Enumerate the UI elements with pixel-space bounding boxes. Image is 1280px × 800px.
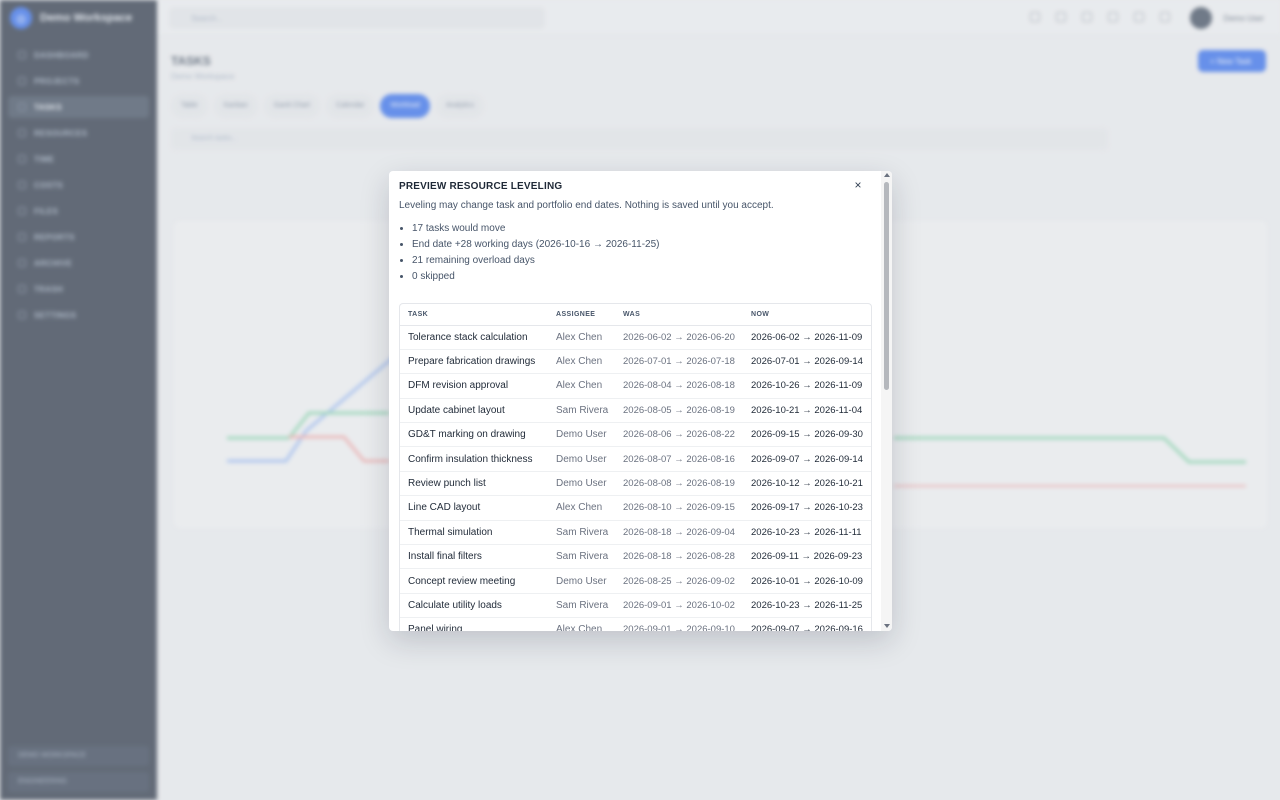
dialog-description: Leveling may change task and portfolio e…: [399, 200, 774, 211]
cell-assignee: Demo User: [548, 471, 615, 497]
table-row: Panel wiring Alex Chen 2026-09-01 → 2026-0…: [400, 617, 871, 631]
summary-item: End date +28 working days (2026-10-16 → …: [412, 238, 659, 254]
task-changes-table-container: TASK ASSIGNEE WAS NOW Tolerance stack ca…: [399, 303, 872, 631]
close-icon[interactable]: ×: [851, 178, 865, 192]
cell-assignee: Alex Chen: [548, 325, 615, 350]
dialog-scrollbar[interactable]: [881, 171, 892, 631]
cell-task: Prepare fabrication drawings: [400, 349, 548, 375]
dialog-content: PREVIEW RESOURCE LEVELING × Leveling may…: [389, 171, 881, 631]
cell-now: 2026-10-23 → 2026-11-25: [743, 593, 871, 619]
cell-now: 2026-09-07 → 2026-09-14: [743, 446, 871, 472]
cell-was: 2026-09-01 → 2026-09-10: [615, 617, 743, 631]
scroll-up-arrow-icon[interactable]: [884, 173, 890, 177]
table-row: Thermal simulation Sam Rivera 2026-08-18 →…: [400, 520, 871, 546]
cell-now: 2026-09-07 → 2026-09-16: [743, 617, 871, 631]
cell-task: Confirm insulation thickness: [400, 446, 548, 472]
cell-task: Line CAD layout: [400, 495, 548, 521]
cell-task: Install final filters: [400, 544, 548, 570]
cell-was: 2026-06-02 → 2026-06-20: [615, 325, 743, 350]
cell-assignee: Alex Chen: [548, 373, 615, 399]
cell-was: 2026-07-01 → 2026-07-18: [615, 349, 743, 375]
cell-now: 2026-10-01 → 2026-10-09: [743, 568, 871, 594]
table-row: Tolerance stack calculation Alex Chen 2026…: [400, 325, 871, 350]
cell-now: 2026-10-12 → 2026-10-21: [743, 471, 871, 497]
cell-task: Update cabinet layout: [400, 398, 548, 424]
column-header-was: WAS: [615, 304, 743, 326]
resource-leveling-preview-dialog: PREVIEW RESOURCE LEVELING × Leveling may…: [389, 171, 892, 631]
cell-now: 2026-09-11 → 2026-09-23: [743, 544, 871, 570]
scroll-down-arrow-icon[interactable]: [884, 624, 890, 628]
task-changes-table: TASK ASSIGNEE WAS NOW Tolerance stack ca…: [400, 304, 871, 631]
cell-assignee: Alex Chen: [548, 495, 615, 521]
cell-task: Tolerance stack calculation: [400, 325, 548, 350]
cell-assignee: Demo User: [548, 422, 615, 448]
cell-assignee: Alex Chen: [548, 617, 615, 631]
cell-was: 2026-08-18 → 2026-08-28: [615, 544, 743, 570]
cell-was: 2026-08-07 → 2026-08-16: [615, 446, 743, 472]
cell-now: 2026-10-23 → 2026-11-11: [743, 520, 871, 546]
table-row: Review punch list Demo User 2026-08-08 → 2…: [400, 471, 871, 497]
cell-now: 2026-06-02 → 2026-11-09: [743, 325, 871, 350]
table-row: Confirm insulation thickness Demo User 202…: [400, 446, 871, 472]
column-header-assignee: ASSIGNEE: [548, 304, 615, 326]
cell-assignee: Alex Chen: [548, 349, 615, 375]
cell-was: 2026-08-05 → 2026-08-19: [615, 398, 743, 424]
cell-assignee: Demo User: [548, 446, 615, 472]
cell-was: 2026-08-08 → 2026-08-19: [615, 471, 743, 497]
table-row: Update cabinet layout Sam Rivera 2026-08-0…: [400, 398, 871, 424]
table-row: GD&T marking on drawing Demo User 2026-08-…: [400, 422, 871, 448]
table-row: Concept review meeting Demo User 2026-08-2…: [400, 568, 871, 594]
cell-task: Review punch list: [400, 471, 548, 497]
table-row: Prepare fabrication drawings Alex Chen 202…: [400, 349, 871, 375]
table-body: Tolerance stack calculation Alex Chen 2026…: [400, 325, 871, 631]
cell-was: 2026-08-18 → 2026-09-04: [615, 520, 743, 546]
cell-now: 2026-10-21 → 2026-11-04: [743, 398, 871, 424]
cell-now: 2026-10-26 → 2026-11-09: [743, 373, 871, 399]
cell-was: 2026-09-01 → 2026-10-02: [615, 593, 743, 619]
cell-task: Concept review meeting: [400, 568, 548, 594]
cell-was: 2026-08-04 → 2026-08-18: [615, 373, 743, 399]
table-row: Install final filters Sam Rivera 2026-08-1…: [400, 544, 871, 570]
cell-task: GD&T marking on drawing: [400, 422, 548, 448]
table-header-row: TASK ASSIGNEE WAS NOW: [400, 304, 871, 326]
cell-was: 2026-08-10 → 2026-09-15: [615, 495, 743, 521]
scrollbar-thumb[interactable]: [884, 182, 889, 390]
cell-was: 2026-08-25 → 2026-09-02: [615, 568, 743, 594]
table-row: Calculate utility loads Sam Rivera 2026-09…: [400, 593, 871, 619]
summary-item: 0 skipped: [412, 270, 659, 286]
cell-was: 2026-08-06 → 2026-08-22: [615, 422, 743, 448]
summary-item: 21 remaining overload days: [412, 254, 659, 270]
cell-assignee: Sam Rivera: [548, 544, 615, 570]
cell-now: 2026-09-15 → 2026-09-30: [743, 422, 871, 448]
cell-now: 2026-07-01 → 2026-09-14: [743, 349, 871, 375]
cell-task: Panel wiring: [400, 617, 548, 631]
cell-assignee: Sam Rivera: [548, 520, 615, 546]
column-header-now: NOW: [743, 304, 871, 326]
cell-task: Thermal simulation: [400, 520, 548, 546]
cell-assignee: Demo User: [548, 568, 615, 594]
cell-now: 2026-09-17 → 2026-10-23: [743, 495, 871, 521]
table-row: DFM revision approval Alex Chen 2026-08-04…: [400, 373, 871, 399]
leveling-summary-list: 17 tasks would moveEnd date +28 working …: [412, 222, 659, 286]
cell-task: Calculate utility loads: [400, 593, 548, 619]
cell-task: DFM revision approval: [400, 373, 548, 399]
summary-item: 17 tasks would move: [412, 222, 659, 238]
column-header-task: TASK: [400, 304, 548, 326]
cell-assignee: Sam Rivera: [548, 398, 615, 424]
cell-assignee: Sam Rivera: [548, 593, 615, 619]
dialog-title: PREVIEW RESOURCE LEVELING: [399, 181, 563, 192]
table-row: Line CAD layout Alex Chen 2026-08-10 → 202…: [400, 495, 871, 521]
